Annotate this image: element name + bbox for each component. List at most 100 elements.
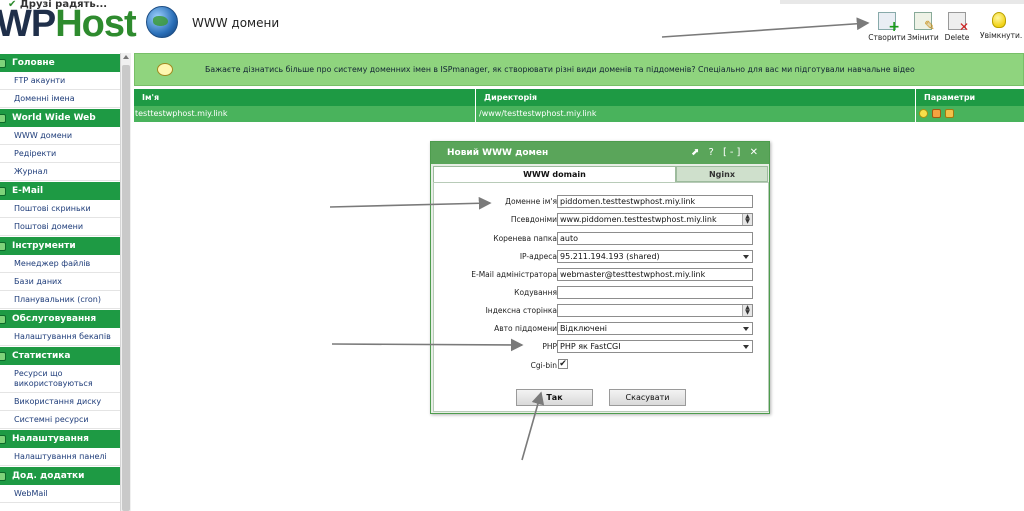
create-icon bbox=[878, 12, 900, 35]
sidebar-section-header[interactable]: Статистика bbox=[0, 346, 120, 365]
tab-www-domain[interactable]: WWW domain bbox=[433, 166, 676, 182]
chevron-down-icon bbox=[743, 327, 749, 331]
root-label: Коренева папка bbox=[493, 234, 557, 243]
speech-bubble-icon bbox=[157, 63, 173, 76]
aliases-label: Псевдоніми bbox=[510, 215, 557, 224]
email-input[interactable]: webmaster@testtestwphost.miy.link bbox=[557, 268, 753, 281]
sidebar: Головне FTP акаунти Доменні імена World Wid… bbox=[0, 53, 120, 511]
ip-select[interactable]: 95.211.194.193 (shared) bbox=[557, 250, 753, 263]
sidebar-section-title: Дод. додатки bbox=[12, 471, 85, 481]
email-label: E-Mail адміністратора bbox=[471, 270, 557, 279]
lightbulb-icon bbox=[992, 12, 1006, 28]
aliases-value: www.piddomen.testtestwphost.miy.link bbox=[560, 215, 717, 224]
calendar-param-icon bbox=[932, 109, 941, 118]
sidebar-item[interactable]: Журнал bbox=[0, 163, 120, 181]
domain-label: Доменне ім'я bbox=[505, 197, 557, 206]
autosub-select[interactable]: Відключені bbox=[557, 322, 753, 335]
index-label: Індексна сторінка bbox=[485, 306, 557, 315]
sidebar-item[interactable]: Системні ресурси bbox=[0, 411, 120, 429]
cgi-checkbox[interactable]: ✔ bbox=[558, 359, 568, 369]
sidebar-item[interactable]: Ресурси що використовуються bbox=[0, 365, 120, 393]
cancel-button[interactable]: Скасувати bbox=[609, 389, 686, 406]
sidebar-item[interactable]: Використання диску bbox=[0, 393, 120, 411]
create-button[interactable]: Створити bbox=[868, 12, 906, 42]
delete-button[interactable]: Delete bbox=[938, 12, 976, 42]
bridge-param-icon bbox=[945, 109, 954, 118]
sidebar-item[interactable]: WWW домени bbox=[0, 127, 120, 145]
sidebar-item[interactable]: WebMail bbox=[0, 485, 120, 503]
index-input[interactable]: ▲ ▼ bbox=[557, 304, 753, 317]
chevron-down-icon bbox=[743, 255, 749, 259]
sidebar-section-header[interactable]: Обслуговування bbox=[0, 309, 120, 328]
row-root: Коренева папка auto bbox=[434, 232, 770, 246]
sidebar-item[interactable]: Налаштування бекапів bbox=[0, 328, 120, 346]
sidebar-section-title: Статистика bbox=[12, 351, 71, 361]
ok-button[interactable]: Так bbox=[516, 389, 593, 406]
sidebar-section-header[interactable]: E-Mail bbox=[0, 181, 120, 200]
sidebar-section-title: Обслуговування bbox=[12, 314, 97, 324]
brand-logo[interactable]: WPHost bbox=[0, 3, 137, 46]
new-www-domain-dialog: Новий WWW домен ⬈ ? [-] ✕ WWW domain Ngi… bbox=[430, 141, 770, 414]
scroll-thumb[interactable] bbox=[122, 65, 130, 511]
charset-input[interactable] bbox=[557, 286, 753, 299]
column-name[interactable]: Ім'я bbox=[134, 89, 476, 106]
section-icon bbox=[0, 242, 6, 251]
section-icon bbox=[0, 114, 6, 123]
sidebar-item[interactable]: Налаштування панелі bbox=[0, 448, 120, 466]
dialog-controls[interactable]: ⬈ ? [-] ✕ bbox=[691, 142, 761, 164]
dialog-title: Новий WWW домен bbox=[447, 148, 549, 158]
sidebar-item[interactable]: Доменні імена bbox=[0, 90, 120, 108]
row-ip: IP-адреса 95.211.194.193 (shared) bbox=[434, 250, 770, 264]
banner-text[interactable]: Бажаєте дізнатись більше про систему дом… bbox=[205, 65, 915, 74]
sidebar-item[interactable]: FTP акаунти bbox=[0, 72, 120, 90]
autosub-label: Авто піддомени bbox=[494, 324, 557, 333]
sidebar-item[interactable]: Редіректи bbox=[0, 145, 120, 163]
sidebar-section-header[interactable]: Дод. додатки bbox=[0, 466, 120, 485]
sidebar-section-header[interactable]: World Wide Web bbox=[0, 108, 120, 127]
sidebar-item[interactable]: Поштові скриньки bbox=[0, 200, 120, 218]
php-label: PHP bbox=[542, 342, 557, 351]
table-row[interactable]: testtestwphost.miy.link /www/testtestwph… bbox=[134, 106, 1024, 122]
dialog-title-bar[interactable]: Новий WWW домен ⬈ ? [-] ✕ bbox=[431, 142, 769, 164]
info-banner[interactable]: Бажаєте дізнатись більше про систему дом… bbox=[134, 53, 1024, 86]
section-icon bbox=[0, 435, 6, 444]
domain-form: Доменне ім'я piddomen.testtestwphost.miy… bbox=[433, 182, 769, 412]
sidebar-section-header[interactable]: Налаштування bbox=[0, 429, 120, 448]
edit-icon bbox=[914, 12, 935, 34]
enable-button[interactable]: Увімкнути. bbox=[980, 12, 1022, 40]
sidebar-item[interactable]: Поштові домени bbox=[0, 218, 120, 236]
section-icon bbox=[0, 472, 6, 481]
column-params[interactable]: Параметри bbox=[916, 89, 1024, 106]
domain-input[interactable]: piddomen.testtestwphost.miy.link bbox=[557, 195, 753, 208]
top-strip bbox=[780, 0, 1024, 4]
table-header: Ім'я Директорія Параметри bbox=[134, 89, 1024, 106]
sidebar-item[interactable]: Бази даних bbox=[0, 273, 120, 291]
edit-button[interactable]: Змінити bbox=[904, 12, 942, 42]
sidebar-scrollbar[interactable] bbox=[120, 53, 131, 511]
sidebar-section-title: Налаштування bbox=[12, 434, 89, 444]
sidebar-item[interactable]: Планувальник (cron) bbox=[0, 291, 120, 309]
delete-icon bbox=[948, 12, 969, 34]
aliases-input[interactable]: www.piddomen.testtestwphost.miy.link ▲ ▼ bbox=[557, 213, 753, 226]
root-input[interactable]: auto bbox=[557, 232, 753, 245]
bulb-param-icon bbox=[919, 109, 928, 118]
section-icon bbox=[0, 187, 6, 196]
cell-name: testtestwphost.miy.link bbox=[134, 106, 476, 122]
create-label: Створити bbox=[868, 33, 906, 42]
sidebar-section-header[interactable]: Головне bbox=[0, 53, 120, 72]
ip-value: 95.211.194.193 (shared) bbox=[560, 252, 660, 261]
php-select[interactable]: PHP як FastCGI bbox=[557, 340, 753, 353]
delete-label: Delete bbox=[944, 33, 970, 42]
resize-spinner-icon[interactable]: ▲ ▼ bbox=[742, 305, 752, 316]
scroll-up-icon[interactable] bbox=[123, 55, 129, 59]
sidebar-item[interactable]: Менеджер файлів bbox=[0, 255, 120, 273]
row-php: PHP PHP як FastCGI bbox=[434, 340, 770, 354]
sidebar-section-title: World Wide Web bbox=[12, 113, 96, 123]
resize-spinner-icon[interactable]: ▲ ▼ bbox=[742, 214, 752, 225]
chevron-down-icon bbox=[743, 345, 749, 349]
tab-nginx[interactable]: Nginx bbox=[676, 166, 768, 182]
cell-directory: /www/testtestwphost.miy.link bbox=[476, 106, 916, 122]
sidebar-section-header[interactable]: Інструменти bbox=[0, 236, 120, 255]
column-directory[interactable]: Директорія bbox=[476, 89, 916, 106]
page-title: WWW домени bbox=[192, 16, 280, 30]
